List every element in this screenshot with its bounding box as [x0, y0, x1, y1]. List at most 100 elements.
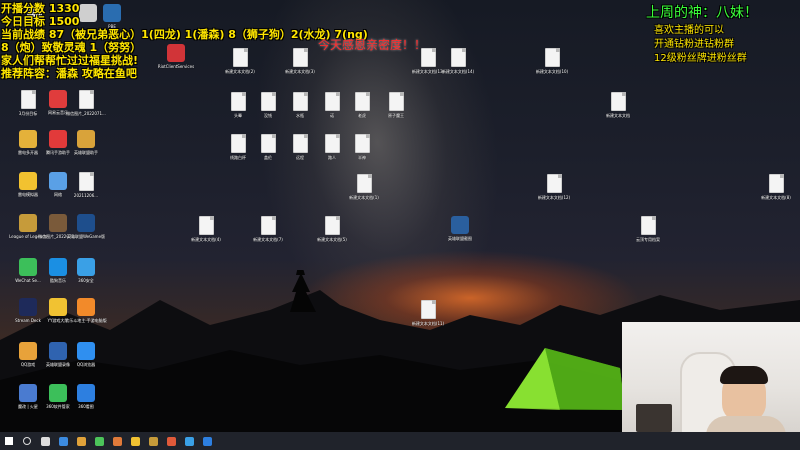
icon-doc-4[interactable]: 新建文本文档(4): [178, 216, 234, 264]
icon-label: 盖伦: [264, 155, 272, 160]
overlay-right-title: 上周的神：八妹！: [646, 5, 758, 21]
text-document-icon: [388, 92, 404, 111]
taskbar-app-5-icon: [130, 436, 140, 446]
overlay-line: 家人们帮帮忙过过福星挑战!: [1, 54, 139, 67]
icon-label: 原子魔王: [388, 113, 404, 118]
streamer-shirt: [706, 416, 786, 432]
taskbar-app-4[interactable]: [108, 432, 126, 450]
text-document-icon: [768, 174, 784, 193]
overlay-line: 开播分数 1330: [1, 2, 80, 15]
overlay-note: 喜欢主播的可以: [654, 25, 724, 36]
icon-label: 新建文本文档(7): [253, 237, 283, 242]
taskbar-app-3[interactable]: [90, 432, 108, 450]
text-document-icon: [610, 92, 626, 111]
icon-label: 360看图: [78, 404, 94, 409]
text-document-icon: [78, 90, 94, 109]
icon-lol-game[interactable]: 英雄联盟WeGame版: [58, 214, 114, 262]
icon-label: 欢乐斗地主-手游电脑版: [65, 318, 107, 323]
text-document-icon: [544, 48, 560, 67]
taskbar-app-5[interactable]: [126, 432, 144, 450]
text-document-icon: [324, 216, 340, 235]
overlay-red-text: 今天感恩亲密度！！: [318, 38, 427, 52]
taskbar-app-8[interactable]: [180, 432, 198, 450]
app-shortcut-icon: [77, 130, 95, 148]
icon-label: 英雄联盟WeGame版: [66, 234, 106, 239]
icon-doc-plain[interactable]: 新建文本文档: [590, 92, 646, 140]
taskbar-app-2-icon: [76, 436, 86, 446]
taskbar-app-9[interactable]: [198, 432, 216, 450]
icon-doc-14[interactable]: 新建文本文档(14): [430, 48, 486, 96]
icon-label: 新建文本文档(5): [317, 237, 347, 242]
app-shortcut-icon: [77, 214, 95, 232]
app-shortcut-icon: [451, 216, 469, 234]
stream-overlay-stats: 开播分数 1330 今日目标 1500 当前战绩 87（被兄弟恶心）1(四龙) …: [1, 2, 368, 80]
icon-doc-12[interactable]: 新建文本文档(12): [526, 174, 582, 222]
taskbar-app-3-icon: [94, 436, 104, 446]
icon-doc-5[interactable]: 新建文本文档(5): [304, 216, 360, 264]
text-document-icon: [78, 172, 94, 191]
icon-label: 远程: [296, 155, 304, 160]
icon-label: 20211206...: [73, 193, 99, 198]
text-document-icon: [260, 216, 276, 235]
icon-doc-1[interactable]: 新建文本文档(1): [336, 174, 392, 222]
overlay-line: 当前战绩 87（被兄弟恶心）1(四龙) 1(潘森) 8（狮子狗）2(水龙) 7(…: [1, 28, 368, 41]
start-icon: [5, 437, 13, 445]
taskbar-app-8-icon: [184, 436, 194, 446]
icon-20211206[interactable]: 20211206...: [58, 172, 114, 220]
app-shortcut-icon: [77, 384, 95, 402]
icon-boss[interactable]: 原子魔王: [368, 92, 424, 140]
icon-lol-shot[interactable]: 英雄联盟截图: [432, 216, 488, 264]
start-button[interactable]: [0, 432, 18, 450]
icon-label: 没钱: [264, 113, 272, 118]
webcam-feed: [622, 322, 800, 432]
icon-360-img[interactable]: 360看图: [58, 384, 114, 432]
taskbar-app-9-icon: [202, 436, 212, 446]
taskbar-app-7[interactable]: [162, 432, 180, 450]
text-document-icon: [356, 174, 372, 193]
taskbar-app-1-icon: [58, 436, 68, 446]
overlay-line: 推荐阵容：潘森 攻略在鱼吧: [1, 67, 137, 80]
overlay-right-notes: 喜欢主播的可以 开通钻粉进钻粉群 12级粉丝牌进粉丝群: [654, 24, 747, 66]
search-button[interactable]: [18, 432, 36, 450]
text-document-icon: [198, 216, 214, 235]
icon-qq-browser[interactable]: QQ浏览器: [58, 342, 114, 390]
icon-label: QQ浏览器: [76, 362, 96, 367]
taskbar-app-6-icon: [148, 436, 158, 446]
text-document-icon: [420, 300, 436, 319]
task-view-icon: [40, 436, 50, 446]
taskbar: [0, 432, 800, 450]
icon-happy[interactable]: 欢乐斗地主-手游电脑版: [58, 298, 114, 346]
overlay-note: 12级粉丝牌进粉丝群: [654, 53, 747, 64]
icon-label: 英雄联盟截图: [448, 236, 472, 241]
icon-doc-8[interactable]: 新建文本文档(8): [748, 174, 800, 222]
overlay-line: 今日目标 1500: [1, 15, 80, 28]
app-shortcut-icon: [77, 342, 95, 360]
icon-label: 新建文本文档(4): [191, 237, 221, 242]
icon-label: 水瓶: [296, 113, 304, 118]
taskbar-app-2[interactable]: [72, 432, 90, 450]
text-document-icon: [354, 134, 370, 153]
icon-label: 英雄联盟助手: [74, 150, 98, 155]
icon-doc-7[interactable]: 新建文本文档(7): [240, 216, 296, 264]
taskbar-app-7-icon: [166, 436, 176, 446]
icon-label: 新建文本文档(11): [411, 321, 445, 326]
pc-case: [636, 404, 672, 432]
app-shortcut-icon: [77, 258, 95, 276]
icon-doc-10[interactable]: 新建文本文档(10): [524, 48, 580, 96]
icon-label: 360安全: [78, 278, 94, 283]
icon-label: 新建文本文档: [606, 113, 630, 118]
overlay-note: 开通钻粉进钻粉群: [654, 39, 734, 50]
task-view-button[interactable]: [36, 432, 54, 450]
app-shortcut-icon: [77, 298, 95, 316]
text-document-icon: [640, 216, 656, 235]
overlay-line: 8（炮）致敬灵魂 1（努努）: [1, 41, 142, 54]
taskbar-app-4-icon: [112, 436, 122, 446]
icon-lol-tool[interactable]: 英雄联盟助手: [58, 130, 114, 178]
desktop: PBE RiotClientServices 新建文本文档(2) 新建文本文档(3) 新…: [0, 0, 800, 432]
icon-label: 微信图片_2022071...: [66, 111, 106, 116]
icon-doc-11[interactable]: 新建文本文档(11): [400, 300, 456, 348]
icon-label: 云顶专用档案: [636, 237, 660, 242]
icon-folder[interactable]: 云顶专用档案: [620, 216, 676, 264]
taskbar-app-1[interactable]: [54, 432, 72, 450]
taskbar-app-6[interactable]: [144, 432, 162, 450]
